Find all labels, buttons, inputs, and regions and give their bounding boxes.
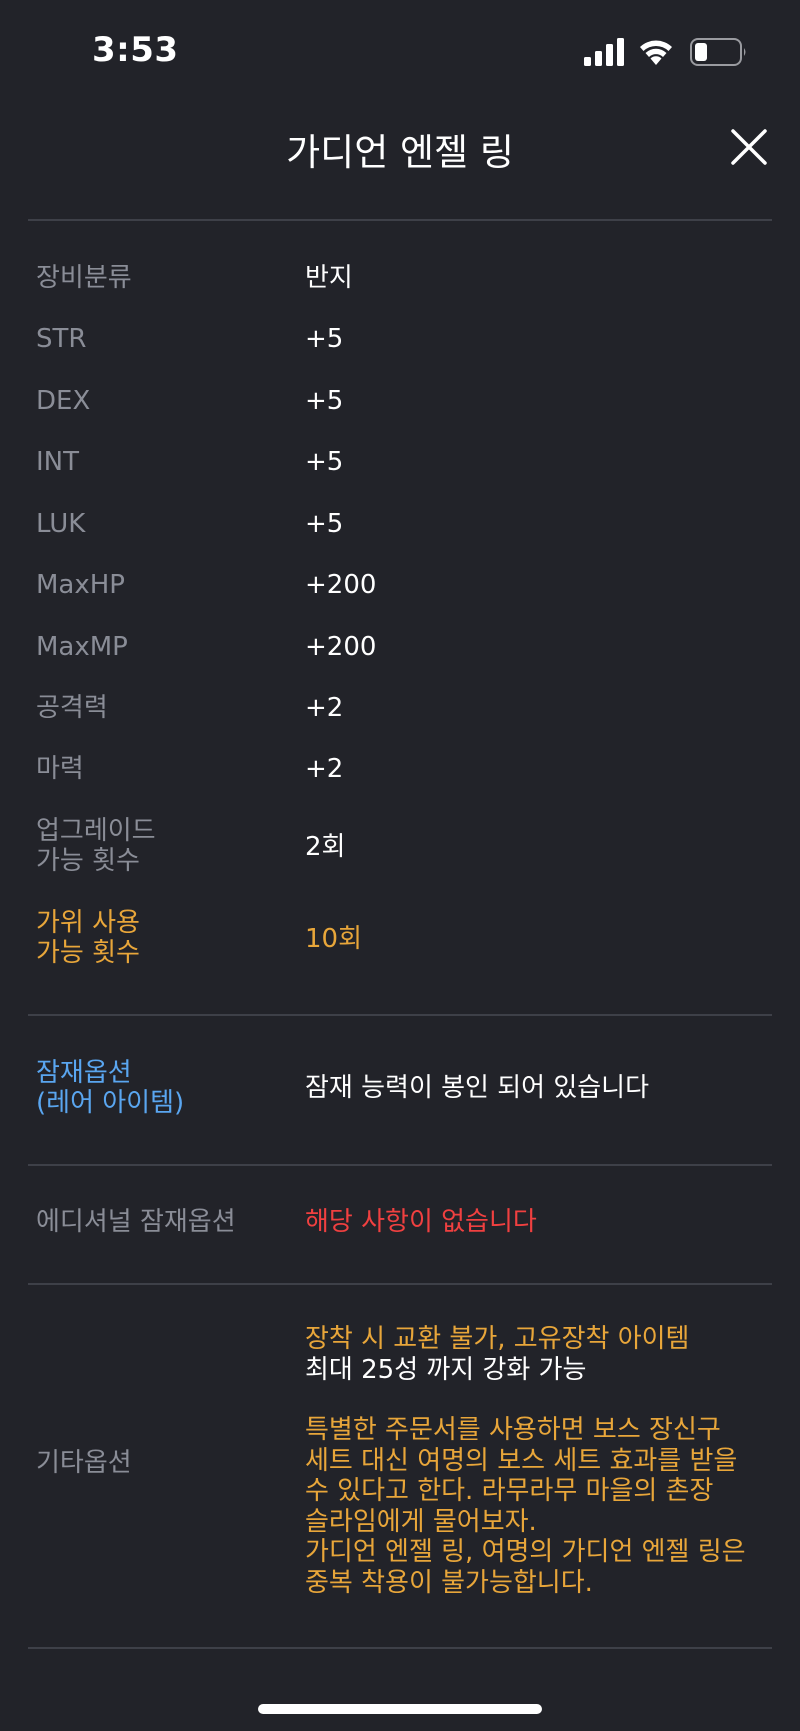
stat-value: +5 <box>305 447 344 477</box>
stat-label: STR <box>36 324 87 354</box>
divider <box>28 1647 772 1649</box>
stat-value: +2 <box>305 754 344 784</box>
potential-label: 잠재옵션 (레어 아이템) <box>36 1058 184 1118</box>
divider <box>28 219 772 221</box>
scissors-label-line2: 가능 횟수 <box>36 938 140 968</box>
additional-potential-value: 해당 사항이 없습니다 <box>305 1207 537 1237</box>
signal-icon <box>584 38 624 66</box>
potential-label-line1: 잠재옵션 <box>36 1058 132 1088</box>
stat-label: INT <box>36 447 79 477</box>
battery-icon <box>690 38 746 66</box>
stat-label: 마력 <box>36 754 84 784</box>
stat-label: DEX <box>36 386 91 416</box>
stat-value: +200 <box>305 570 377 600</box>
page-title: 가디언 엔젤 링 <box>286 131 514 174</box>
wifi-icon <box>640 40 672 65</box>
stat-value: +5 <box>305 509 344 539</box>
etc-line1: 장착 시 교환 불가, 고유장착 아이템 <box>305 1324 690 1354</box>
upgrade-label-line1: 업그레이드 <box>36 816 156 846</box>
stat-label: 공격력 <box>36 693 108 723</box>
etc-desc-line: 수 있다고 한다. 라무라무 마을의 촌장 <box>305 1476 714 1506</box>
divider <box>28 1164 772 1166</box>
scissors-label-line1: 가위 사용 <box>36 908 140 938</box>
scissors-value: 10회 <box>305 924 363 954</box>
etc-desc-line: 중복 착용이 불가능합니다. <box>305 1567 593 1598</box>
etc-desc-line: 세트 대신 여명의 보스 세트 효과를 받을 <box>305 1445 738 1476</box>
stat-label: 장비분류 <box>36 263 132 293</box>
scissors-label: 가위 사용 가능 횟수 <box>36 908 140 968</box>
etc-label: 기타옵션 <box>36 1448 132 1478</box>
stat-label: MaxMP <box>36 632 128 662</box>
etc-spacer <box>305 1385 775 1415</box>
stat-value: +2 <box>305 693 344 723</box>
etc-line2: 최대 25성 까지 강화 가능 <box>305 1354 587 1385</box>
home-indicator[interactable] <box>258 1704 542 1714</box>
upgrade-label: 업그레이드 가능 횟수 <box>36 816 156 876</box>
stat-label: MaxHP <box>36 570 125 600</box>
etc-desc-line: 가디언 엔젤 링, 여명의 가디언 엔젤 링은 <box>305 1537 746 1567</box>
additional-potential-label: 에디셔널 잠재옵션 <box>36 1207 236 1237</box>
potential-value: 잠재 능력이 봉인 되어 있습니다 <box>305 1073 650 1103</box>
upgrade-label-line2: 가능 횟수 <box>36 846 140 876</box>
etc-description: 장착 시 교환 불가, 고유장착 아이템 최대 25성 까지 강화 가능 특별한… <box>305 1324 775 1598</box>
header: 가디언 엔젤 링 <box>0 100 800 220</box>
close-icon[interactable] <box>724 122 774 172</box>
etc-desc-line: 슬라임에게 물어보자. <box>305 1506 537 1537</box>
potential-label-line2: (레어 아이템) <box>36 1088 185 1118</box>
stat-value: 반지 <box>305 263 353 293</box>
stat-value: +5 <box>305 324 344 354</box>
stat-value: +5 <box>305 386 344 416</box>
divider <box>28 1283 772 1285</box>
stat-label: LUK <box>36 509 86 539</box>
etc-desc-line: 특별한 주문서를 사용하면 보스 장신구 <box>305 1415 721 1445</box>
status-bar: 3:53 <box>0 0 800 100</box>
divider <box>28 1014 772 1016</box>
status-time: 3:53 <box>92 30 179 70</box>
stat-value: +200 <box>305 632 377 662</box>
upgrade-value: 2회 <box>305 832 346 862</box>
